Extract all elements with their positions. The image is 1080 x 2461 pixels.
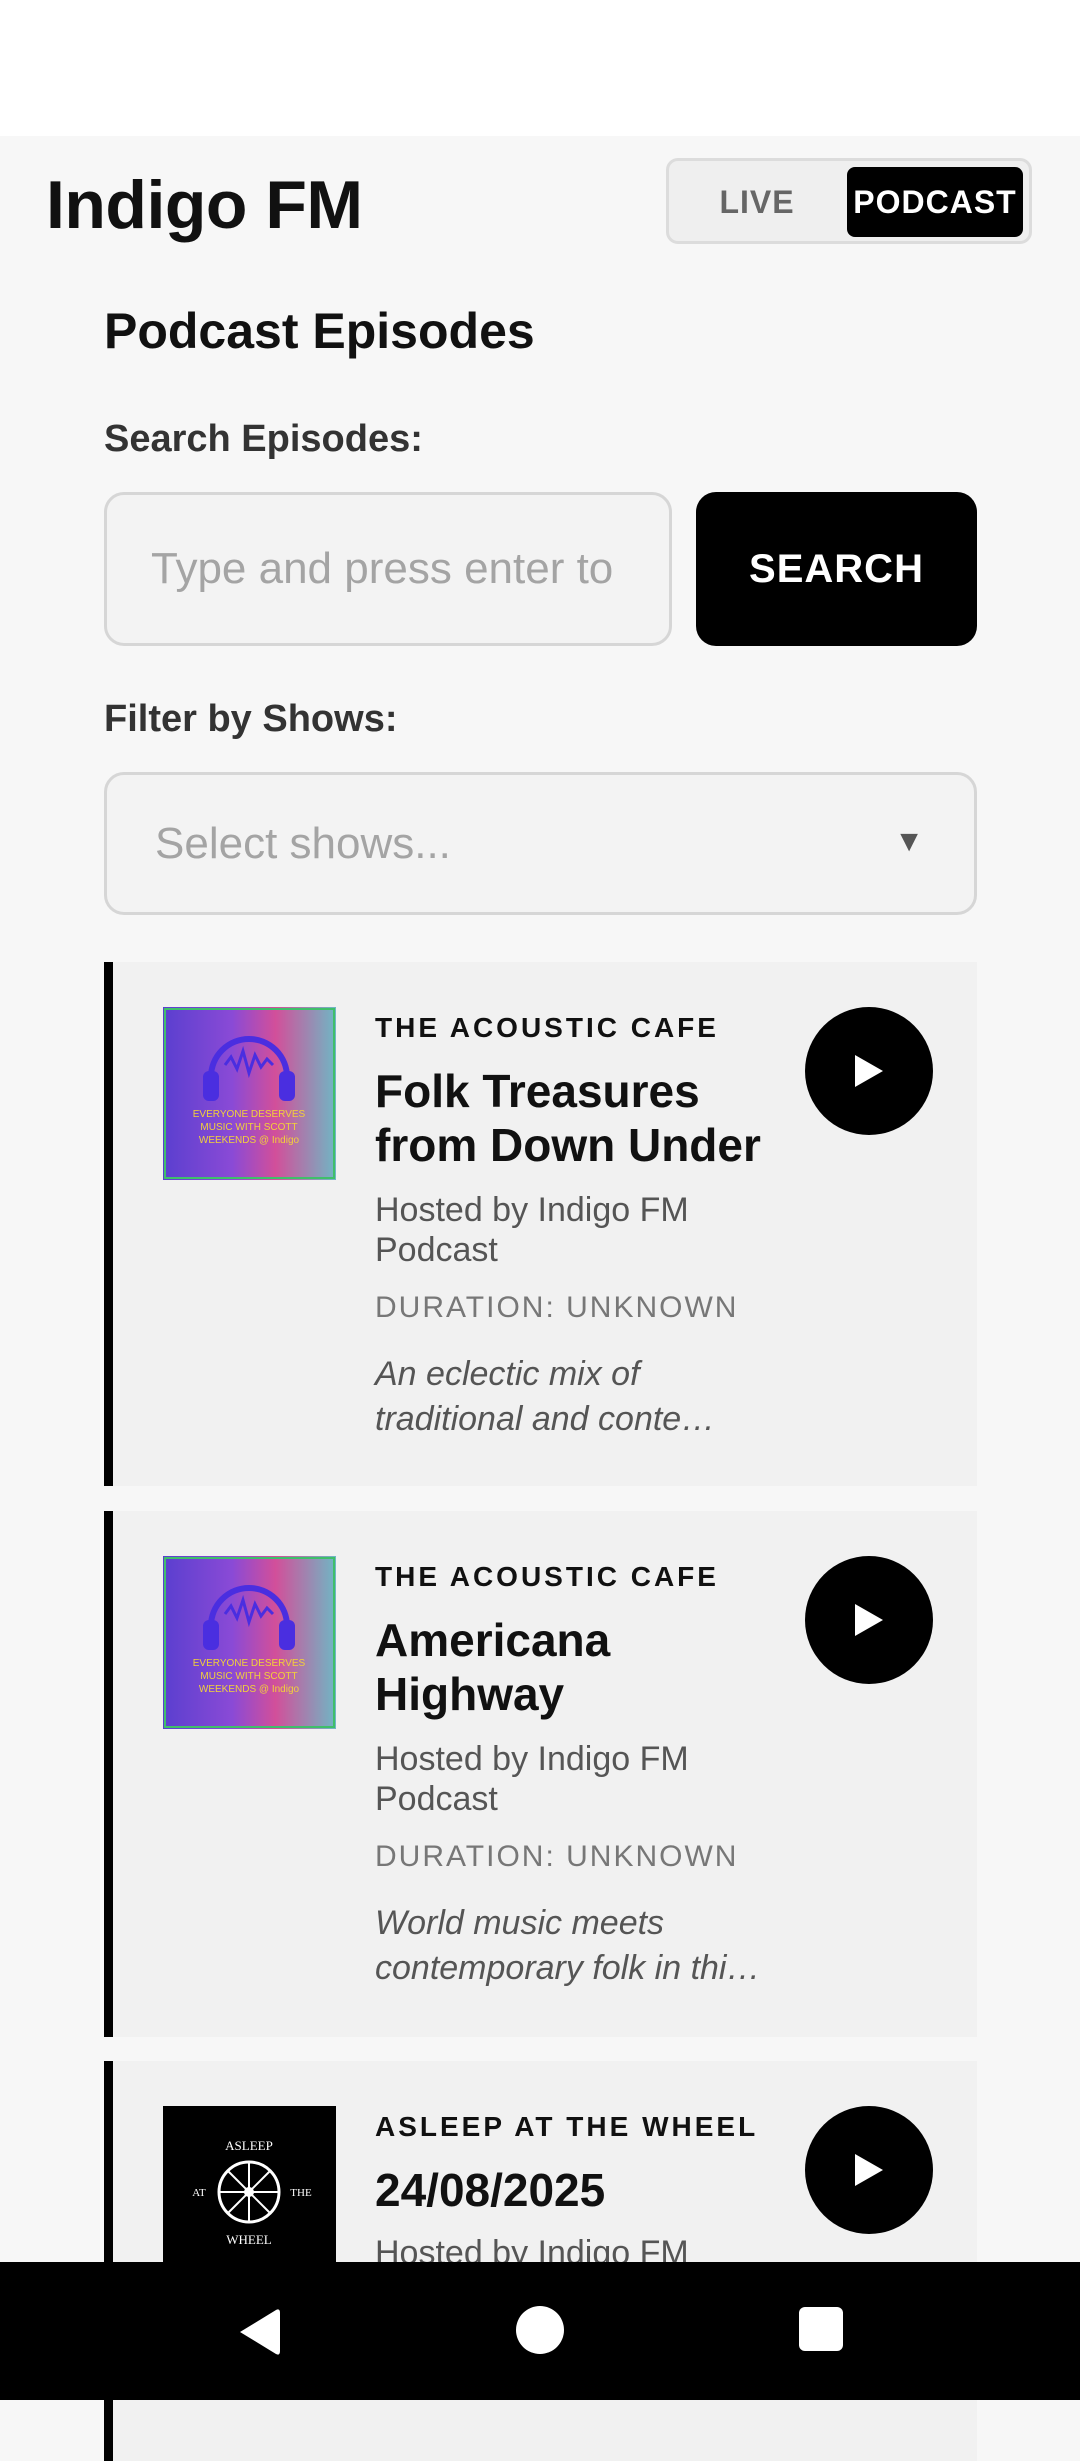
svg-text:WHEEL: WHEEL — [226, 2232, 272, 2247]
app-title: Indigo FM — [46, 167, 363, 243]
show-name: ASLEEP AT THE WHEEL — [375, 2111, 759, 2142]
search-input[interactable] — [104, 492, 672, 646]
episode-title: Folk Treasures from Down Under — [375, 1065, 761, 1171]
search-button[interactable]: SEARCH — [696, 492, 977, 646]
show-name: THE ACOUSTIC CAFE — [375, 1561, 719, 1592]
svg-text:EVERYONE DESERVES: EVERYONE DESERVES — [193, 1109, 306, 1120]
chevron-down-icon: ▼ — [894, 825, 924, 858]
search-label: Search Episodes: — [104, 418, 423, 460]
headphones-artwork-icon: EVERYONE DESERVES MUSIC WITH SCOTT WEEKE… — [163, 1556, 336, 1729]
episode-card[interactable]: EVERYONE DESERVES MUSIC WITH SCOTT WEEKE… — [104, 962, 977, 1486]
play-icon — [855, 1604, 883, 1636]
episode-card[interactable]: ASLEEP AT THE WHEEL ASLEEP AT THE WHEEL … — [104, 2061, 977, 2461]
page-title: Podcast Episodes — [104, 303, 535, 359]
shows-select[interactable]: Select shows... ▼ — [104, 772, 977, 915]
episode-host: Hosted by Indigo FM Podcast — [375, 1740, 689, 1818]
mode-toggle: LIVE PODCAST — [666, 158, 1032, 244]
play-button[interactable] — [805, 2106, 933, 2234]
show-name: THE ACOUSTIC CAFE — [375, 1012, 719, 1043]
play-icon — [855, 2154, 883, 2186]
app-header: Indigo FM LIVE PODCAST — [0, 136, 1080, 286]
live-tab[interactable]: LIVE — [675, 167, 839, 237]
home-icon[interactable] — [516, 2306, 564, 2354]
shows-select-placeholder: Select shows... — [155, 819, 451, 868]
svg-text:AT: AT — [192, 2187, 206, 2199]
episode-description: An eclectic mix of traditional and conte… — [375, 1355, 716, 1438]
svg-text:WEEKENDS @ Indigo: WEEKENDS @ Indigo — [199, 1135, 300, 1146]
svg-text:MUSIC WITH SCOTT: MUSIC WITH SCOTT — [200, 1671, 297, 1682]
episode-description: World music meets contemporary folk in t… — [375, 1904, 761, 1987]
recents-icon[interactable] — [799, 2307, 843, 2351]
episode-card[interactable]: EVERYONE DESERVES MUSIC WITH SCOTT WEEKE… — [104, 1511, 977, 2037]
episode-host: Hosted by Indigo FM Podcast — [375, 1191, 689, 1269]
wagon-wheel-logo-icon: ASLEEP AT THE WHEEL — [163, 2106, 336, 2279]
headphones-artwork-icon: EVERYONE DESERVES MUSIC WITH SCOTT WEEKE… — [163, 1007, 336, 1180]
play-icon — [855, 1055, 883, 1087]
episode-duration: DURATION: UNKNOWN — [375, 1291, 739, 1324]
episode-title: Americana Highway — [375, 1614, 611, 1720]
svg-text:ASLEEP: ASLEEP — [225, 2138, 273, 2153]
podcast-tab[interactable]: PODCAST — [847, 167, 1023, 237]
play-button[interactable] — [805, 1007, 933, 1135]
system-nav-bar — [0, 2262, 1080, 2400]
svg-text:WEEKENDS @ Indigo: WEEKENDS @ Indigo — [199, 1684, 300, 1695]
filter-label: Filter by Shows: — [104, 698, 398, 740]
episode-title: 24/08/2025 — [375, 2164, 606, 2216]
play-button[interactable] — [805, 1556, 933, 1684]
back-icon[interactable] — [234, 2306, 282, 2358]
status-bar — [0, 0, 1080, 136]
svg-text:EVERYONE DESERVES: EVERYONE DESERVES — [193, 1658, 306, 1669]
svg-text:THE: THE — [290, 2187, 312, 2199]
svg-text:MUSIC WITH SCOTT: MUSIC WITH SCOTT — [200, 1122, 297, 1133]
episode-duration: DURATION: UNKNOWN — [375, 1840, 739, 1873]
